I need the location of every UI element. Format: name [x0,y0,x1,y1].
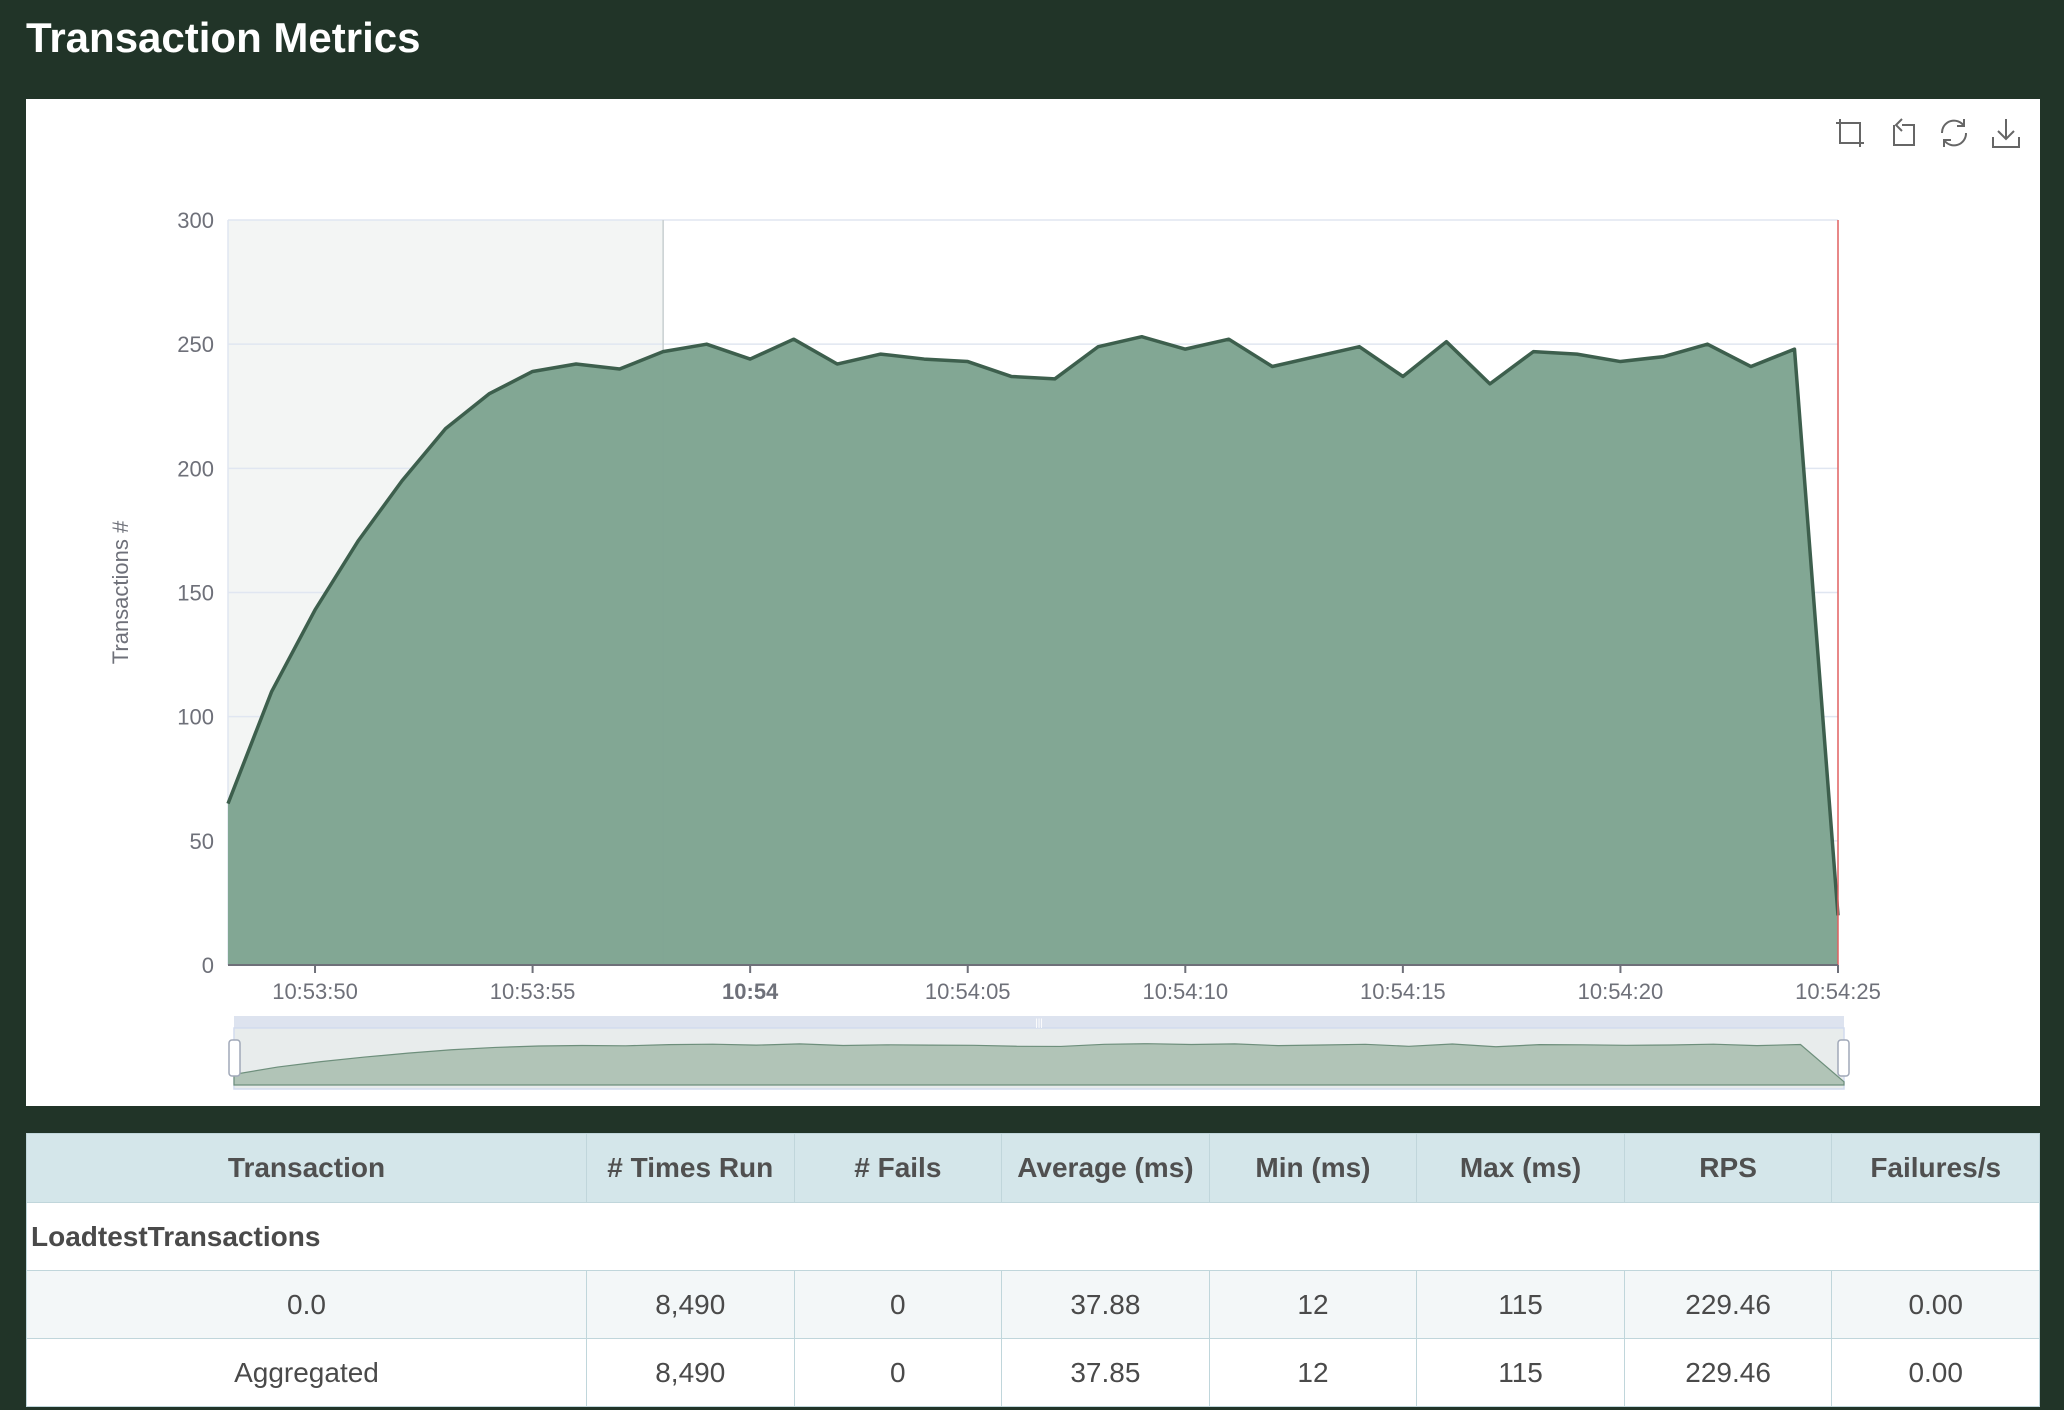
col-header-times-run[interactable]: # Times Run [586,1133,795,1203]
cell-failures-per-sec: 0.00 [1831,1338,2040,1407]
cell-average: 37.85 [1001,1338,1210,1407]
datazoom-preview-area [233,1043,1845,1086]
y-tick-label: 100 [177,705,214,730]
y-tick-label: 300 [177,208,214,233]
zoom-select-icon [1836,119,1864,147]
x-tick-label: 10:54:20 [1578,979,1664,1004]
table-row: Aggregated 8,490 0 37.85 12 115 229.46 0… [26,1338,2040,1407]
table-row: 0.0 8,490 0 37.88 12 115 229.46 0.00 [26,1270,2040,1339]
y-tick-label: 50 [190,829,214,854]
cell-times-run: 8,490 [586,1338,795,1407]
table-header-row: Transaction # Times Run # Fails Average … [26,1133,2040,1203]
metrics-table: Transaction # Times Run # Fails Average … [26,1133,2040,1407]
x-tick-label: 10:53:50 [272,979,358,1004]
cell-fails: 0 [793,1270,1003,1339]
group-label: LoadtestTransactions [26,1202,2040,1271]
cell-rps: 229.46 [1623,1270,1833,1339]
series-area [228,336,1838,965]
cell-transaction: Aggregated [26,1338,587,1407]
cell-fails: 0 [793,1338,1003,1407]
x-tick-label: 10:53:55 [490,979,576,1004]
x-tick-label: 10:54 [722,979,779,1004]
x-tick-label: 10:54:15 [1360,979,1446,1004]
cell-times-run: 8,490 [586,1270,795,1339]
cell-max: 115 [1416,1338,1625,1407]
transaction-chart: 0 50 100 150 200 250 300 10:53:50 10:53:55 10:54 1… [108,208,1881,1090]
x-tick-label: 10:54:05 [925,979,1011,1004]
group-row: LoadtestTransactions [26,1202,2040,1271]
y-tick-label: 0 [202,953,214,978]
cell-min: 12 [1208,1270,1418,1339]
x-tick-label: 10:54:10 [1142,979,1228,1004]
zoom-select-button[interactable] [1830,113,1870,153]
x-tick-label: 10:54:25 [1795,979,1881,1004]
y-tick-label: 200 [177,456,214,481]
download-icon [1992,119,2020,148]
chart-toolbox [1830,113,2026,153]
col-header-max[interactable]: Max (ms) [1416,1133,1625,1203]
datazoom-grip-icon: ||| [1035,1018,1043,1029]
download-button[interactable] [1986,113,2026,153]
y-axis-label: Transactions # [108,520,133,664]
metrics-table-container: Transaction # Times Run # Fails Average … [26,1133,2040,1407]
y-tick-label: 150 [177,581,214,606]
datazoom-left-handle[interactable] [228,1039,241,1077]
cell-failures-per-sec: 0.00 [1831,1270,2040,1339]
restore-icon [1940,119,1968,147]
col-header-average[interactable]: Average (ms) [1001,1133,1210,1203]
col-header-rps[interactable]: RPS [1623,1133,1833,1203]
zoom-reset-icon [1893,118,1915,146]
cell-max: 115 [1416,1270,1625,1339]
col-header-fails[interactable]: # Fails [793,1133,1003,1203]
page-title: Transaction Metrics [26,14,421,61]
chart-panel: 0 50 100 150 200 250 300 10:53:50 10:53:55 10:54 1… [26,99,2040,1106]
col-header-transaction[interactable]: Transaction [26,1133,587,1203]
y-tick-label: 250 [177,332,214,357]
cell-min: 12 [1208,1338,1418,1407]
cell-average: 37.88 [1001,1270,1210,1339]
col-header-failures-per-sec[interactable]: Failures/s [1831,1133,2040,1203]
cell-rps: 229.46 [1623,1338,1833,1407]
restore-button[interactable] [1934,113,1974,153]
cell-transaction: 0.0 [26,1270,587,1339]
col-header-min[interactable]: Min (ms) [1208,1133,1418,1203]
zoom-reset-button[interactable] [1882,113,1922,153]
datazoom-right-handle[interactable] [1837,1039,1850,1077]
